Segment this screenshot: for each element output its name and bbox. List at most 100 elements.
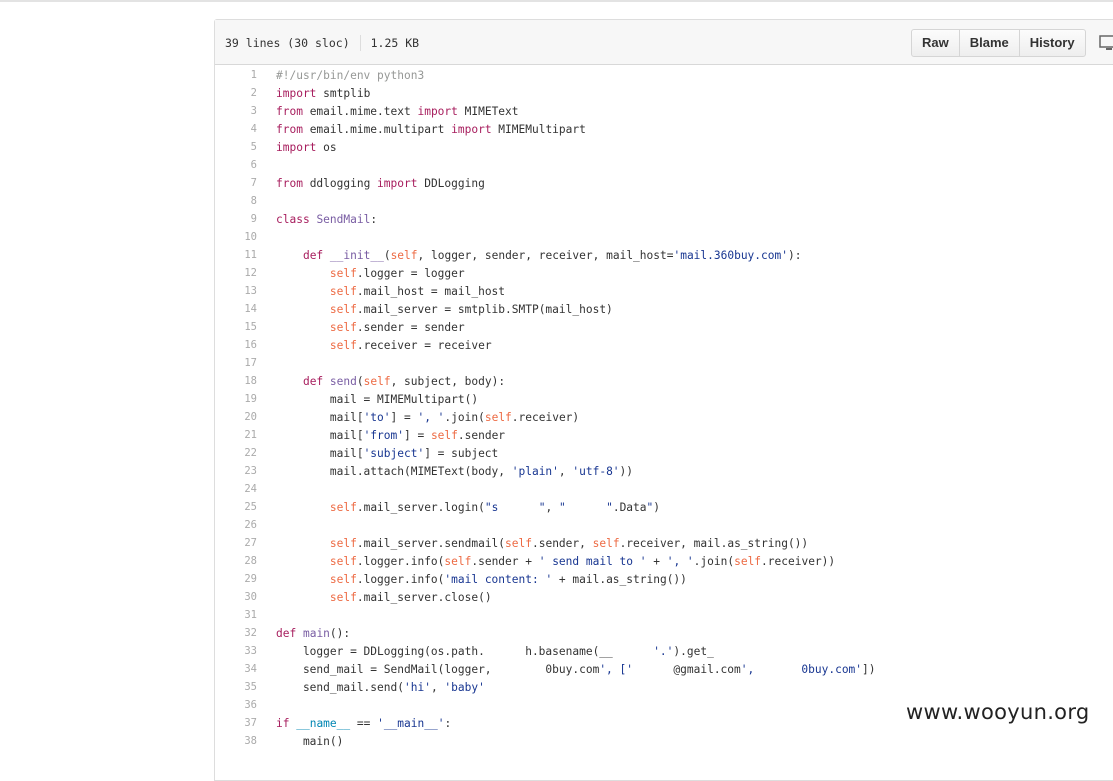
code-text: main() <box>276 734 344 748</box>
code-line: 21 mail['from'] = self.sender <box>215 426 1113 444</box>
code-text: self.logger.info(self.sender + ' send ma… <box>329 554 836 568</box>
code-text: self.receiver = receiver <box>329 338 492 352</box>
code-text: logger = DDLogging(os.path. h.basename(_… <box>276 644 741 658</box>
code-line: 30 self.mail_server.close() <box>215 588 1113 606</box>
info-divider <box>359 35 361 51</box>
code-text: self.sender = sender <box>329 320 465 334</box>
line-number[interactable]: 11 <box>215 249 276 261</box>
line-number[interactable]: 27 <box>215 537 276 549</box>
line-number[interactable]: 4 <box>215 123 276 135</box>
line-number[interactable]: 36 <box>215 699 276 711</box>
code-line: 14 self.mail_server = smtplib.SMTP(mail_… <box>215 300 1113 318</box>
code-text: def main(): <box>276 626 351 640</box>
blame-button[interactable]: Blame <box>958 30 1019 56</box>
code-text: from ddlogging import DDLogging <box>276 176 485 190</box>
file-info: 39 lines (30 sloc) 1.25 KB <box>225 35 419 51</box>
line-number[interactable]: 1 <box>215 69 276 81</box>
line-number[interactable]: 6 <box>215 159 276 171</box>
code-line: 20 mail['to'] = ', '.join(self.receiver) <box>215 408 1113 426</box>
code-line: 24 <box>215 480 1113 498</box>
code-line: 27 self.mail_server.sendmail(self.sender… <box>215 534 1113 552</box>
code-text: from email.mime.multipart import MIMEMul… <box>276 122 586 136</box>
code-text: mail['to'] = ', '.join(self.receiver) <box>276 410 580 424</box>
line-number[interactable]: 35 <box>215 681 276 693</box>
line-number[interactable]: 5 <box>215 141 276 153</box>
code-text: send_mail.send('hi', 'baby' <box>276 680 485 694</box>
code-text: mail['subject'] = subject <box>276 446 499 460</box>
line-number[interactable]: 37 <box>215 717 276 729</box>
line-number[interactable]: 2 <box>215 87 276 99</box>
line-number[interactable]: 3 <box>215 105 276 117</box>
line-number[interactable]: 19 <box>215 393 276 405</box>
line-number[interactable]: 29 <box>215 573 276 585</box>
line-number[interactable]: 21 <box>215 429 276 441</box>
line-number[interactable]: 13 <box>215 285 276 297</box>
watermark: www.wooyun.org <box>906 700 1090 724</box>
code-line: 10 <box>215 228 1113 246</box>
page-top-border <box>0 0 1113 2</box>
line-number[interactable]: 18 <box>215 375 276 387</box>
line-number[interactable]: 14 <box>215 303 276 315</box>
code-line: 34 send_mail = SendMail(logger, 0buy.com… <box>215 660 1113 678</box>
code-line: 22 mail['subject'] = subject <box>215 444 1113 462</box>
code-line: 8 <box>215 192 1113 210</box>
line-number[interactable]: 28 <box>215 555 276 567</box>
code-text: mail['from'] = self.sender <box>276 428 506 442</box>
code-text: mail.attach(MIMEText(body, 'plain', 'utf… <box>276 464 634 478</box>
line-number[interactable]: 25 <box>215 501 276 513</box>
code-text: def __init__(self, logger, sender, recei… <box>302 248 802 262</box>
code-line: 5 import os <box>215 138 1113 156</box>
code-line: 19 mail = MIMEMultipart() <box>215 390 1113 408</box>
code-text: mail = MIMEMultipart() <box>276 392 479 406</box>
line-number[interactable]: 17 <box>215 357 276 369</box>
code-line: 3 from email.mime.text import MIMEText <box>215 102 1113 120</box>
code-text: self.mail_server.login("s ", " ".Data") <box>329 500 661 514</box>
line-number[interactable]: 22 <box>215 447 276 459</box>
code-line: 17 <box>215 354 1113 372</box>
line-number[interactable]: 23 <box>215 465 276 477</box>
code-line: 1 #!/usr/bin/env python3 <box>215 66 1113 84</box>
code-text: self.mail_server.sendmail(self.sender, s… <box>329 536 809 550</box>
code-line: 9 class SendMail: <box>215 210 1113 228</box>
line-number[interactable]: 7 <box>215 177 276 189</box>
line-number[interactable]: 30 <box>215 591 276 603</box>
code-line: 6 <box>215 156 1113 174</box>
code-line: 2 import smtplib <box>215 84 1113 102</box>
code-line: 11 def __init__(self, logger, sender, re… <box>215 246 1113 264</box>
code-line: 32 def main(): <box>215 624 1113 642</box>
code-line: 33 logger = DDLogging(os.path. h.basenam… <box>215 642 1113 660</box>
line-number[interactable]: 9 <box>215 213 276 225</box>
code-text: def send(self, subject, body): <box>302 374 506 388</box>
code-text: self.logger = logger <box>329 266 465 280</box>
history-button[interactable]: History <box>1018 30 1085 56</box>
line-number[interactable]: 38 <box>215 735 276 747</box>
code-line: 31 <box>215 606 1113 624</box>
code-line: 25 self.mail_server.login("s ", " ".Data… <box>215 498 1113 516</box>
line-number[interactable]: 34 <box>215 663 276 675</box>
code-text: if __name__ == '__main__': <box>276 716 452 730</box>
line-number[interactable]: 12 <box>215 267 276 279</box>
line-number[interactable]: 15 <box>215 321 276 333</box>
code-line: 16 self.receiver = receiver <box>215 336 1113 354</box>
code-line: 18 def send(self, subject, body): <box>215 372 1113 390</box>
line-number[interactable]: 8 <box>215 195 276 207</box>
line-number[interactable]: 26 <box>215 519 276 531</box>
code-line: 15 self.sender = sender <box>215 318 1113 336</box>
line-number[interactable]: 10 <box>215 231 276 243</box>
code-text: import smtplib <box>276 86 371 100</box>
code-text: class SendMail: <box>276 212 378 226</box>
line-number[interactable]: 16 <box>215 339 276 351</box>
line-number[interactable]: 32 <box>215 627 276 639</box>
code-line: 23 mail.attach(MIMEText(body, 'plain', '… <box>215 462 1113 480</box>
code-text: self.mail_server = smtplib.SMTP(mail_hos… <box>329 302 613 316</box>
line-number[interactable]: 24 <box>215 483 276 495</box>
desktop-icon[interactable] <box>1099 34 1113 52</box>
code-text: #!/usr/bin/env python3 <box>276 68 425 82</box>
raw-button[interactable]: Raw <box>912 30 959 56</box>
line-number[interactable]: 31 <box>215 609 276 621</box>
line-number[interactable]: 33 <box>215 645 276 657</box>
file-viewer: 39 lines (30 sloc) 1.25 KB Raw Blame His… <box>214 19 1113 781</box>
code-line: 38 main() <box>215 732 1113 750</box>
line-number[interactable]: 20 <box>215 411 276 423</box>
code-line: 12 self.logger = logger <box>215 264 1113 282</box>
